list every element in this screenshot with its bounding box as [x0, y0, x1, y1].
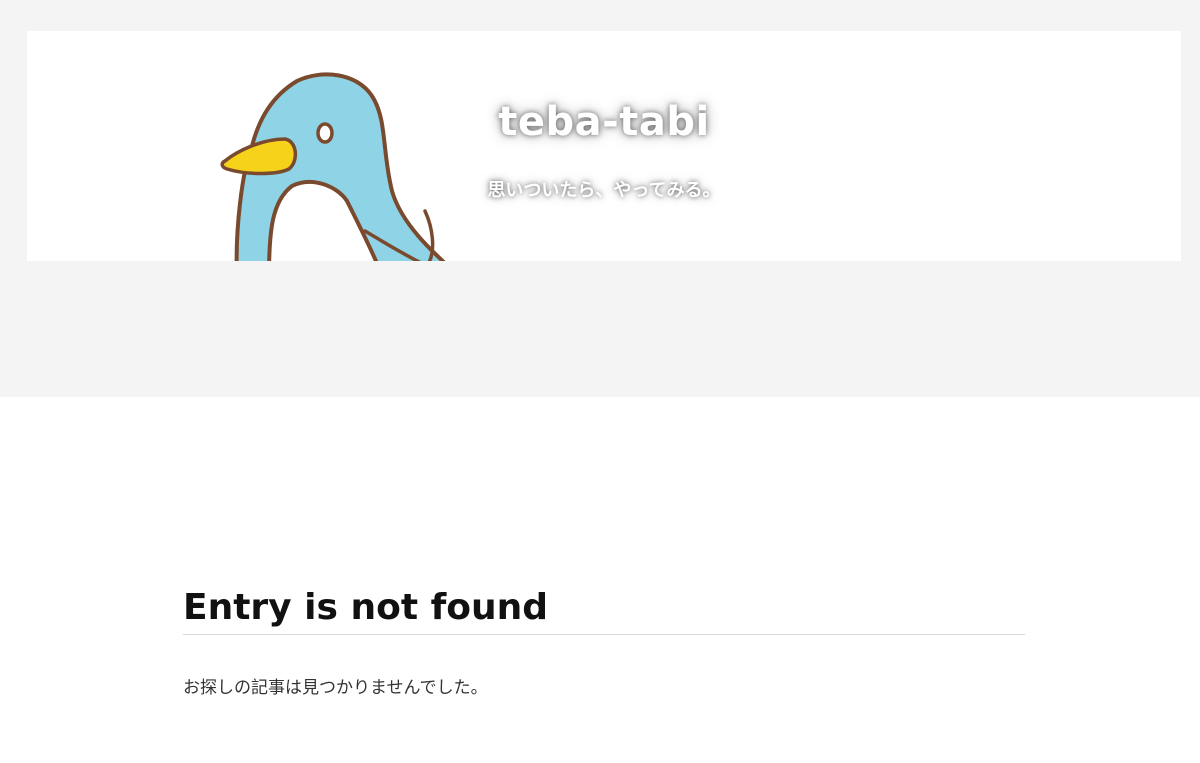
site-title[interactable]: teba-tabi: [27, 99, 1181, 145]
site-tagline: 思いついたら、やってみる。: [487, 180, 721, 201]
penguin-mascot-icon: [220, 72, 446, 261]
page-title: Entry is not found: [183, 586, 1025, 635]
header-banner: teba-tabi 思いついたら、やってみる。: [27, 31, 1181, 261]
main-content: Entry is not found お探しの記事は見つかりませんでした。: [183, 586, 1025, 698]
not-found-message: お探しの記事は見つかりませんでした。: [183, 678, 488, 698]
